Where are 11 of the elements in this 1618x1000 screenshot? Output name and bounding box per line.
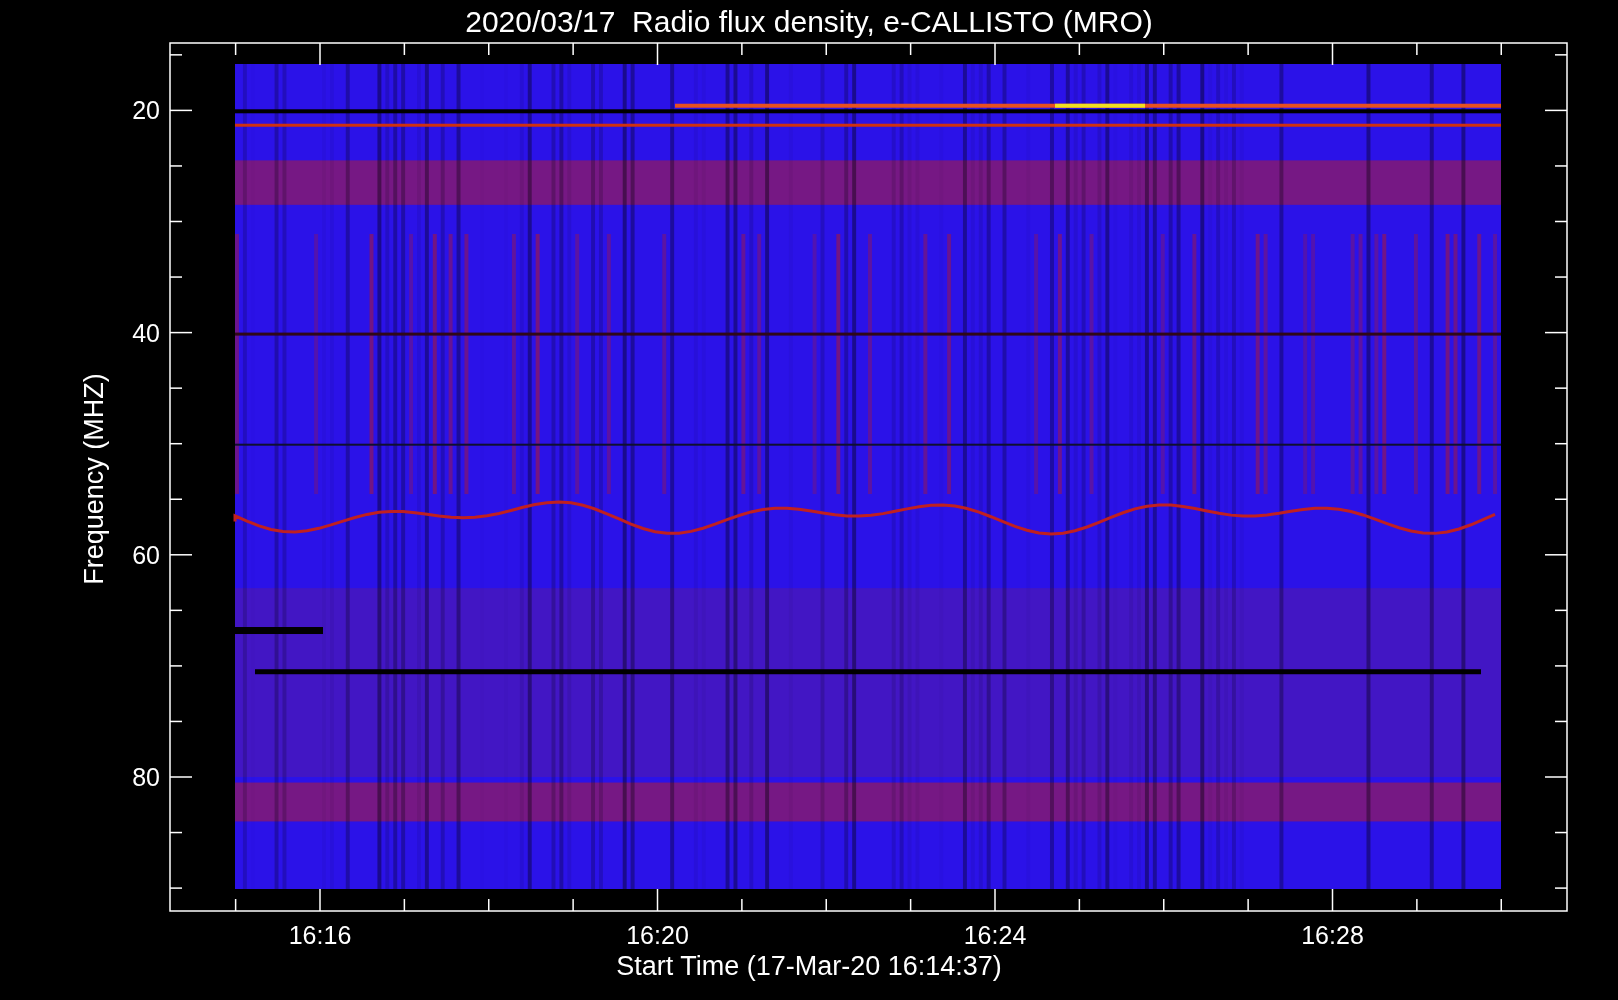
- axis-label: Start Time (17-Mar-20 16:14:37): [616, 951, 1002, 981]
- tick-label: 16:16: [288, 921, 352, 949]
- tick-label: 16:28: [1301, 921, 1364, 949]
- tick-label: 20: [132, 96, 160, 125]
- axis-label: Frequency (MHZ): [79, 373, 109, 585]
- tick-label: 16:24: [963, 921, 1027, 949]
- tick-label: 40: [132, 318, 160, 347]
- tick-label: 16:20: [626, 921, 689, 949]
- tick-label: 80: [132, 763, 160, 791]
- chart-title: 2020/03/17 Radio flux density, e-CALLISTO (MRO): [465, 5, 1153, 38]
- tick-label: 60: [132, 540, 160, 569]
